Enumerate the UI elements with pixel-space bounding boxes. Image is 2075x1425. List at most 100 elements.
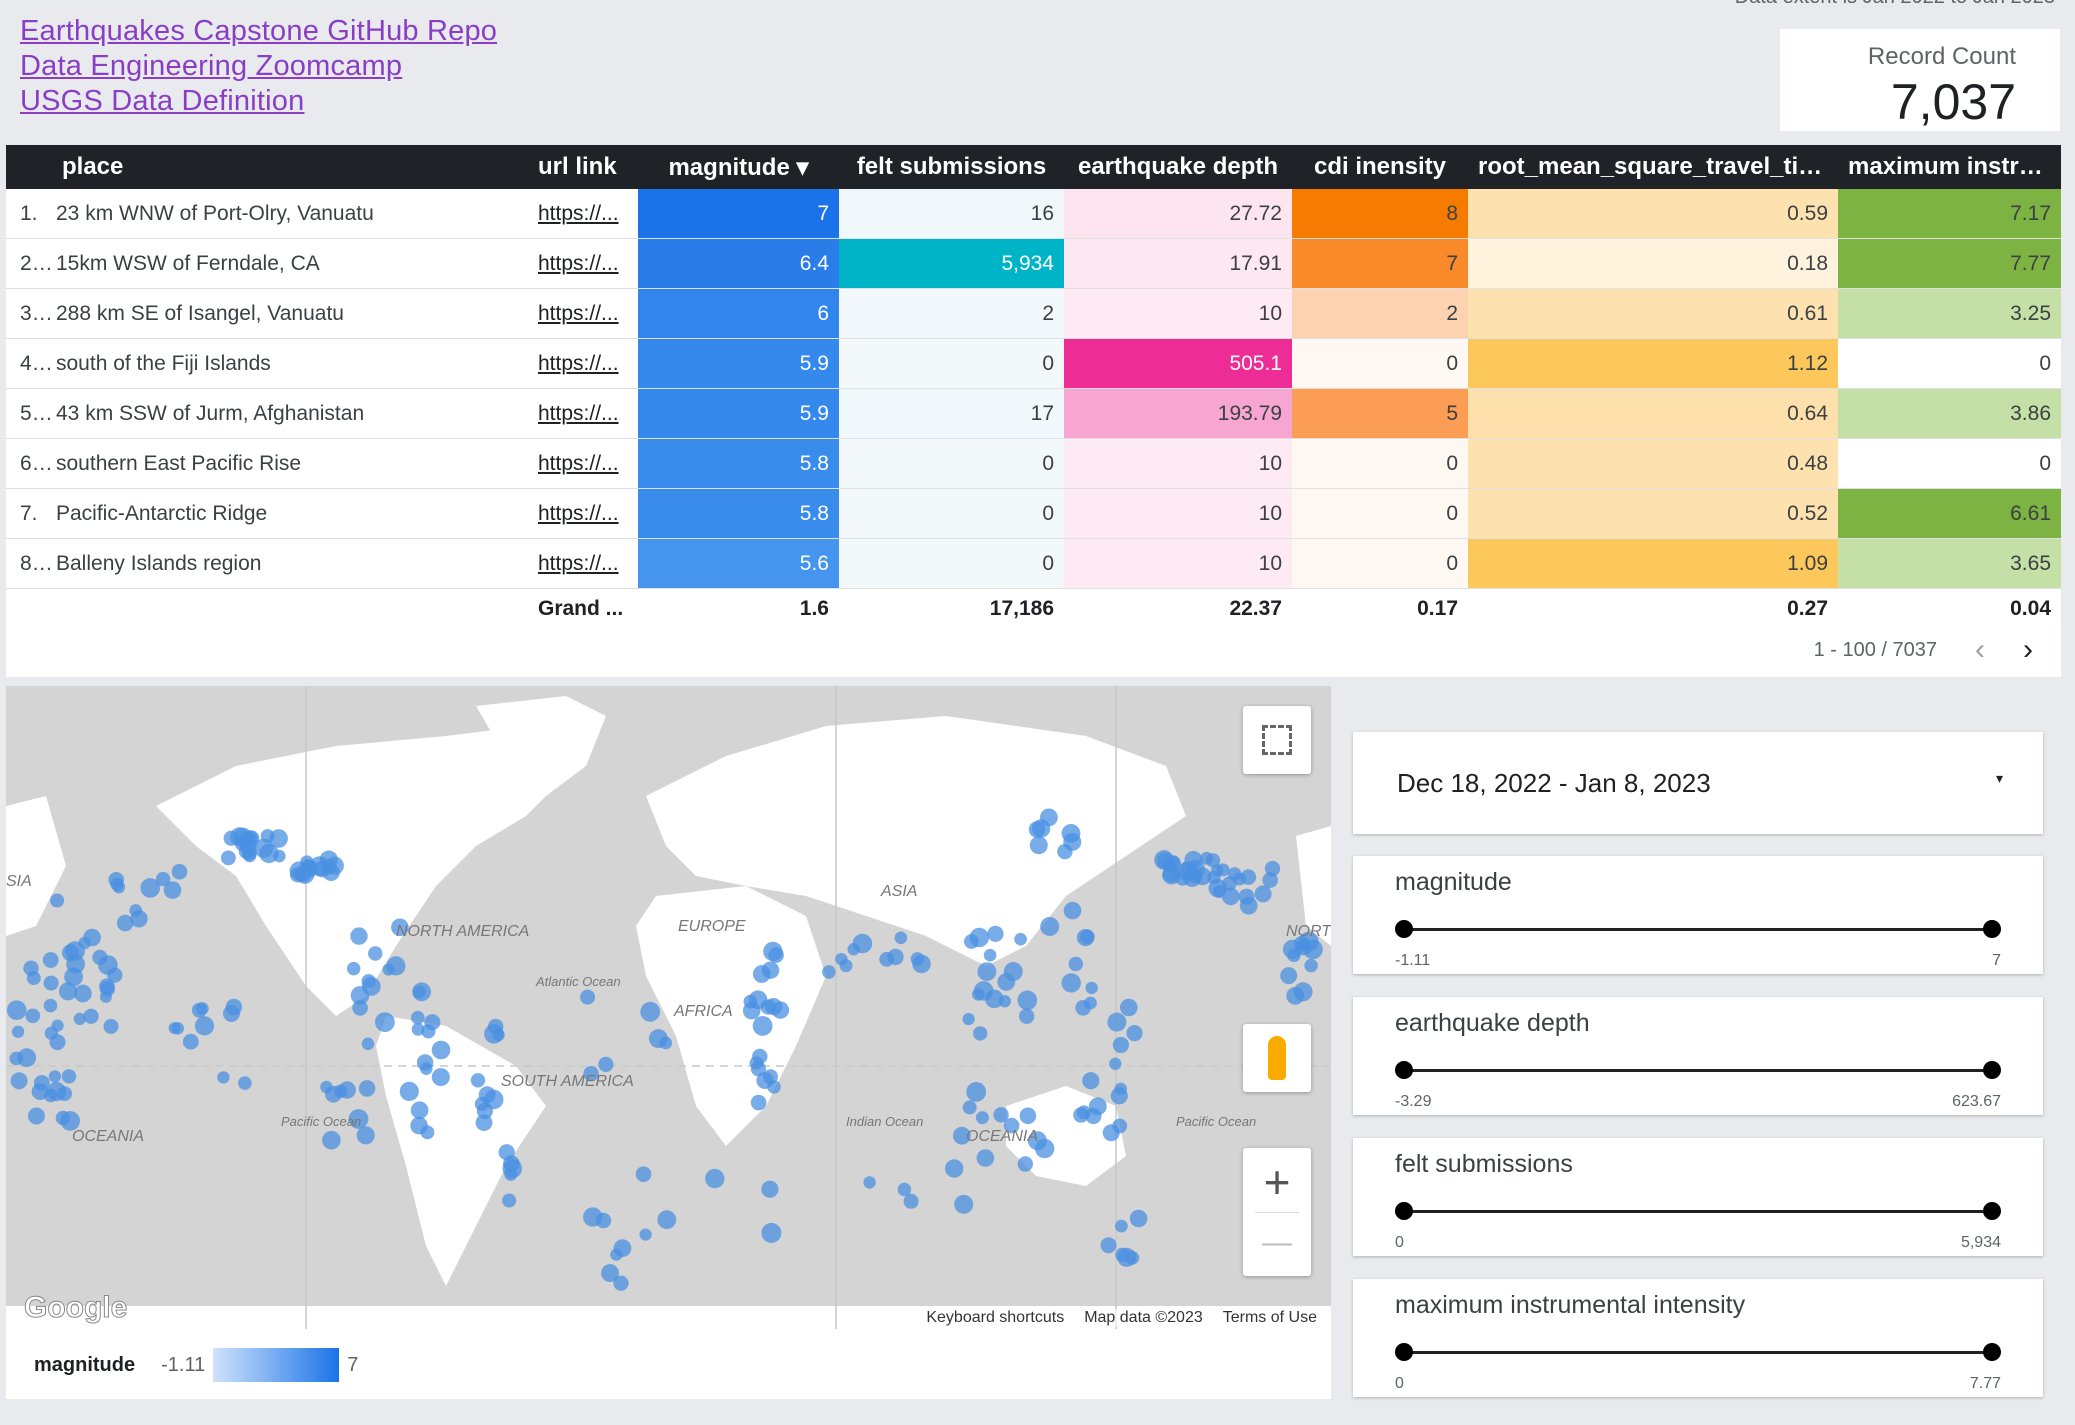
keyboard-shortcuts-link[interactable]: Keyboard shortcuts	[926, 1309, 1064, 1327]
header-felt-submissions[interactable]: felt submissions	[839, 145, 1064, 189]
earthquake-point[interactable]	[431, 1068, 450, 1087]
earthquake-point[interactable]	[1110, 1087, 1128, 1105]
earthquake-point[interactable]	[613, 1275, 629, 1291]
earthquake-point[interactable]	[322, 1130, 341, 1150]
earthquake-point[interactable]	[583, 1207, 603, 1227]
earthquake-point[interactable]	[361, 1037, 375, 1051]
earthquake-point[interactable]	[945, 1159, 964, 1178]
slider-max-handle[interactable]	[1983, 1343, 2001, 1361]
earthquake-point[interactable]	[835, 953, 848, 966]
earthquake-point[interactable]	[27, 1107, 45, 1125]
earthquake-point[interactable]	[852, 933, 873, 954]
earthquake-point[interactable]	[42, 952, 59, 968]
cell-url[interactable]: https://...	[528, 338, 638, 389]
earthquake-point[interactable]	[350, 986, 370, 1005]
earthquake-point[interactable]	[1076, 929, 1095, 947]
earthquake-point[interactable]	[410, 1116, 428, 1135]
earthquake-point[interactable]	[954, 1194, 974, 1214]
earthquake-point[interactable]	[475, 1114, 493, 1131]
earthquake-point[interactable]	[705, 1168, 725, 1189]
earthquake-point[interactable]	[973, 1026, 988, 1041]
cell-url[interactable]: https://...	[528, 288, 638, 339]
earthquake-point[interactable]	[1112, 1036, 1129, 1054]
earthquake-point[interactable]	[171, 1022, 184, 1035]
earthquake-point[interactable]	[752, 1016, 773, 1036]
earthquake-point[interactable]	[763, 941, 783, 962]
earthquake-point[interactable]	[50, 893, 65, 908]
earthquake-point[interactable]	[648, 1029, 668, 1049]
earthquake-point[interactable]	[822, 965, 836, 979]
earthquake-point[interactable]	[1184, 850, 1203, 869]
earthquake-point[interactable]	[31, 1083, 49, 1100]
earthquake-point[interactable]	[987, 925, 1004, 942]
table-row[interactable]: 7. Pacific-Antarctic Ridge https://... 5.8 0…	[6, 488, 2061, 539]
earthquake-point[interactable]	[260, 829, 275, 843]
earthquake-point[interactable]	[748, 990, 768, 1010]
earthquake-point[interactable]	[1061, 973, 1081, 993]
earthquake-point[interactable]	[57, 1086, 72, 1101]
earthquake-point[interactable]	[412, 982, 431, 1002]
earthquake-point[interactable]	[325, 856, 344, 875]
earthquake-point[interactable]	[1193, 867, 1212, 886]
earthquake-point[interactable]	[294, 869, 307, 882]
slider-min-handle[interactable]	[1395, 1343, 1413, 1361]
earthquake-point[interactable]	[1063, 832, 1082, 851]
earthquake-point[interactable]	[966, 1082, 987, 1102]
earthquake-point[interactable]	[1003, 962, 1023, 981]
earthquake-point[interactable]	[613, 1239, 632, 1258]
earthquake-point[interactable]	[470, 1073, 486, 1088]
earthquake-point[interactable]	[1112, 1118, 1128, 1134]
cell-url[interactable]: https://...	[528, 538, 638, 589]
earthquake-point[interactable]	[10, 1072, 28, 1090]
earthquake-point[interactable]	[580, 989, 596, 1005]
earthquake-point[interactable]	[191, 1002, 207, 1018]
earthquake-point[interactable]	[1254, 885, 1272, 903]
earthquake-point[interactable]	[976, 1149, 995, 1167]
table-row[interactable]: 2... 15km WSW of Ferndale, CA https://... 6…	[6, 238, 2061, 289]
zoom-in-button[interactable]: +	[1264, 1152, 1291, 1212]
header-place[interactable]: place	[52, 145, 528, 189]
earthquake-point[interactable]	[99, 990, 112, 1003]
table-row[interactable]: 8... Balleny Islands region https://... 5.6…	[6, 538, 2061, 589]
table-row[interactable]: 1. 23 km WNW of Port-Olry, Vanuatu https:/…	[6, 189, 2061, 239]
earthquake-point[interactable]	[1019, 1008, 1035, 1024]
earthquake-point[interactable]	[1082, 1072, 1100, 1090]
earthquake-point[interactable]	[347, 961, 361, 976]
earthquake-point[interactable]	[863, 1176, 876, 1189]
earthquake-point[interactable]	[238, 1076, 252, 1090]
earthquake-point[interactable]	[194, 1016, 215, 1036]
earthquake-point[interactable]	[765, 998, 783, 1016]
earthquake-point[interactable]	[358, 1080, 376, 1097]
header-earthquake-depth[interactable]: earthquake depth	[1064, 145, 1292, 189]
zoomcamp-link[interactable]: Data Engineering Zoomcamp	[20, 49, 497, 84]
header-rms-travel-time[interactable]: root_mean_square_travel_time	[1468, 145, 1838, 189]
slider-min-handle[interactable]	[1395, 1202, 1413, 1220]
earthquake-point[interactable]	[1100, 1237, 1117, 1254]
earthquake-point[interactable]	[1293, 982, 1313, 1002]
earthquake-point[interactable]	[1077, 1105, 1091, 1120]
earthquake-point[interactable]	[502, 1158, 523, 1179]
earthquake-point[interactable]	[182, 1033, 199, 1050]
cell-url[interactable]: https://...	[528, 189, 638, 239]
earthquake-point[interactable]	[223, 1005, 240, 1022]
slider-min-handle[interactable]	[1395, 920, 1413, 938]
earthquake-point[interactable]	[502, 1193, 517, 1208]
earthquake-point[interactable]	[598, 1056, 614, 1072]
earthquake-point[interactable]	[635, 1166, 652, 1182]
earthquake-point[interactable]	[350, 927, 368, 945]
earthquake-point[interactable]	[1208, 878, 1227, 898]
earthquake-point[interactable]	[411, 1010, 425, 1025]
header-cdi-intensity[interactable]: cdi inensity	[1292, 145, 1468, 189]
slider-min-handle[interactable]	[1395, 1061, 1413, 1079]
earthquake-point[interactable]	[1239, 896, 1258, 915]
world-map[interactable]: NORTH AMERICA SOUTH AMERICA EUROPE AFRIC…	[6, 686, 1331, 1329]
earthquake-point[interactable]	[1303, 939, 1323, 960]
earthquake-points[interactable]	[6, 808, 1323, 1291]
earthquake-point[interactable]	[975, 1111, 989, 1125]
earthquake-point[interactable]	[1085, 981, 1098, 995]
earthquake-point[interactable]	[44, 1026, 59, 1040]
earthquake-point[interactable]	[103, 1019, 119, 1034]
table-row[interactable]: 4... south of the Fiji Islands https://...…	[6, 338, 2061, 389]
earthquake-point[interactable]	[894, 931, 908, 945]
earthquake-point[interactable]	[1304, 958, 1318, 973]
